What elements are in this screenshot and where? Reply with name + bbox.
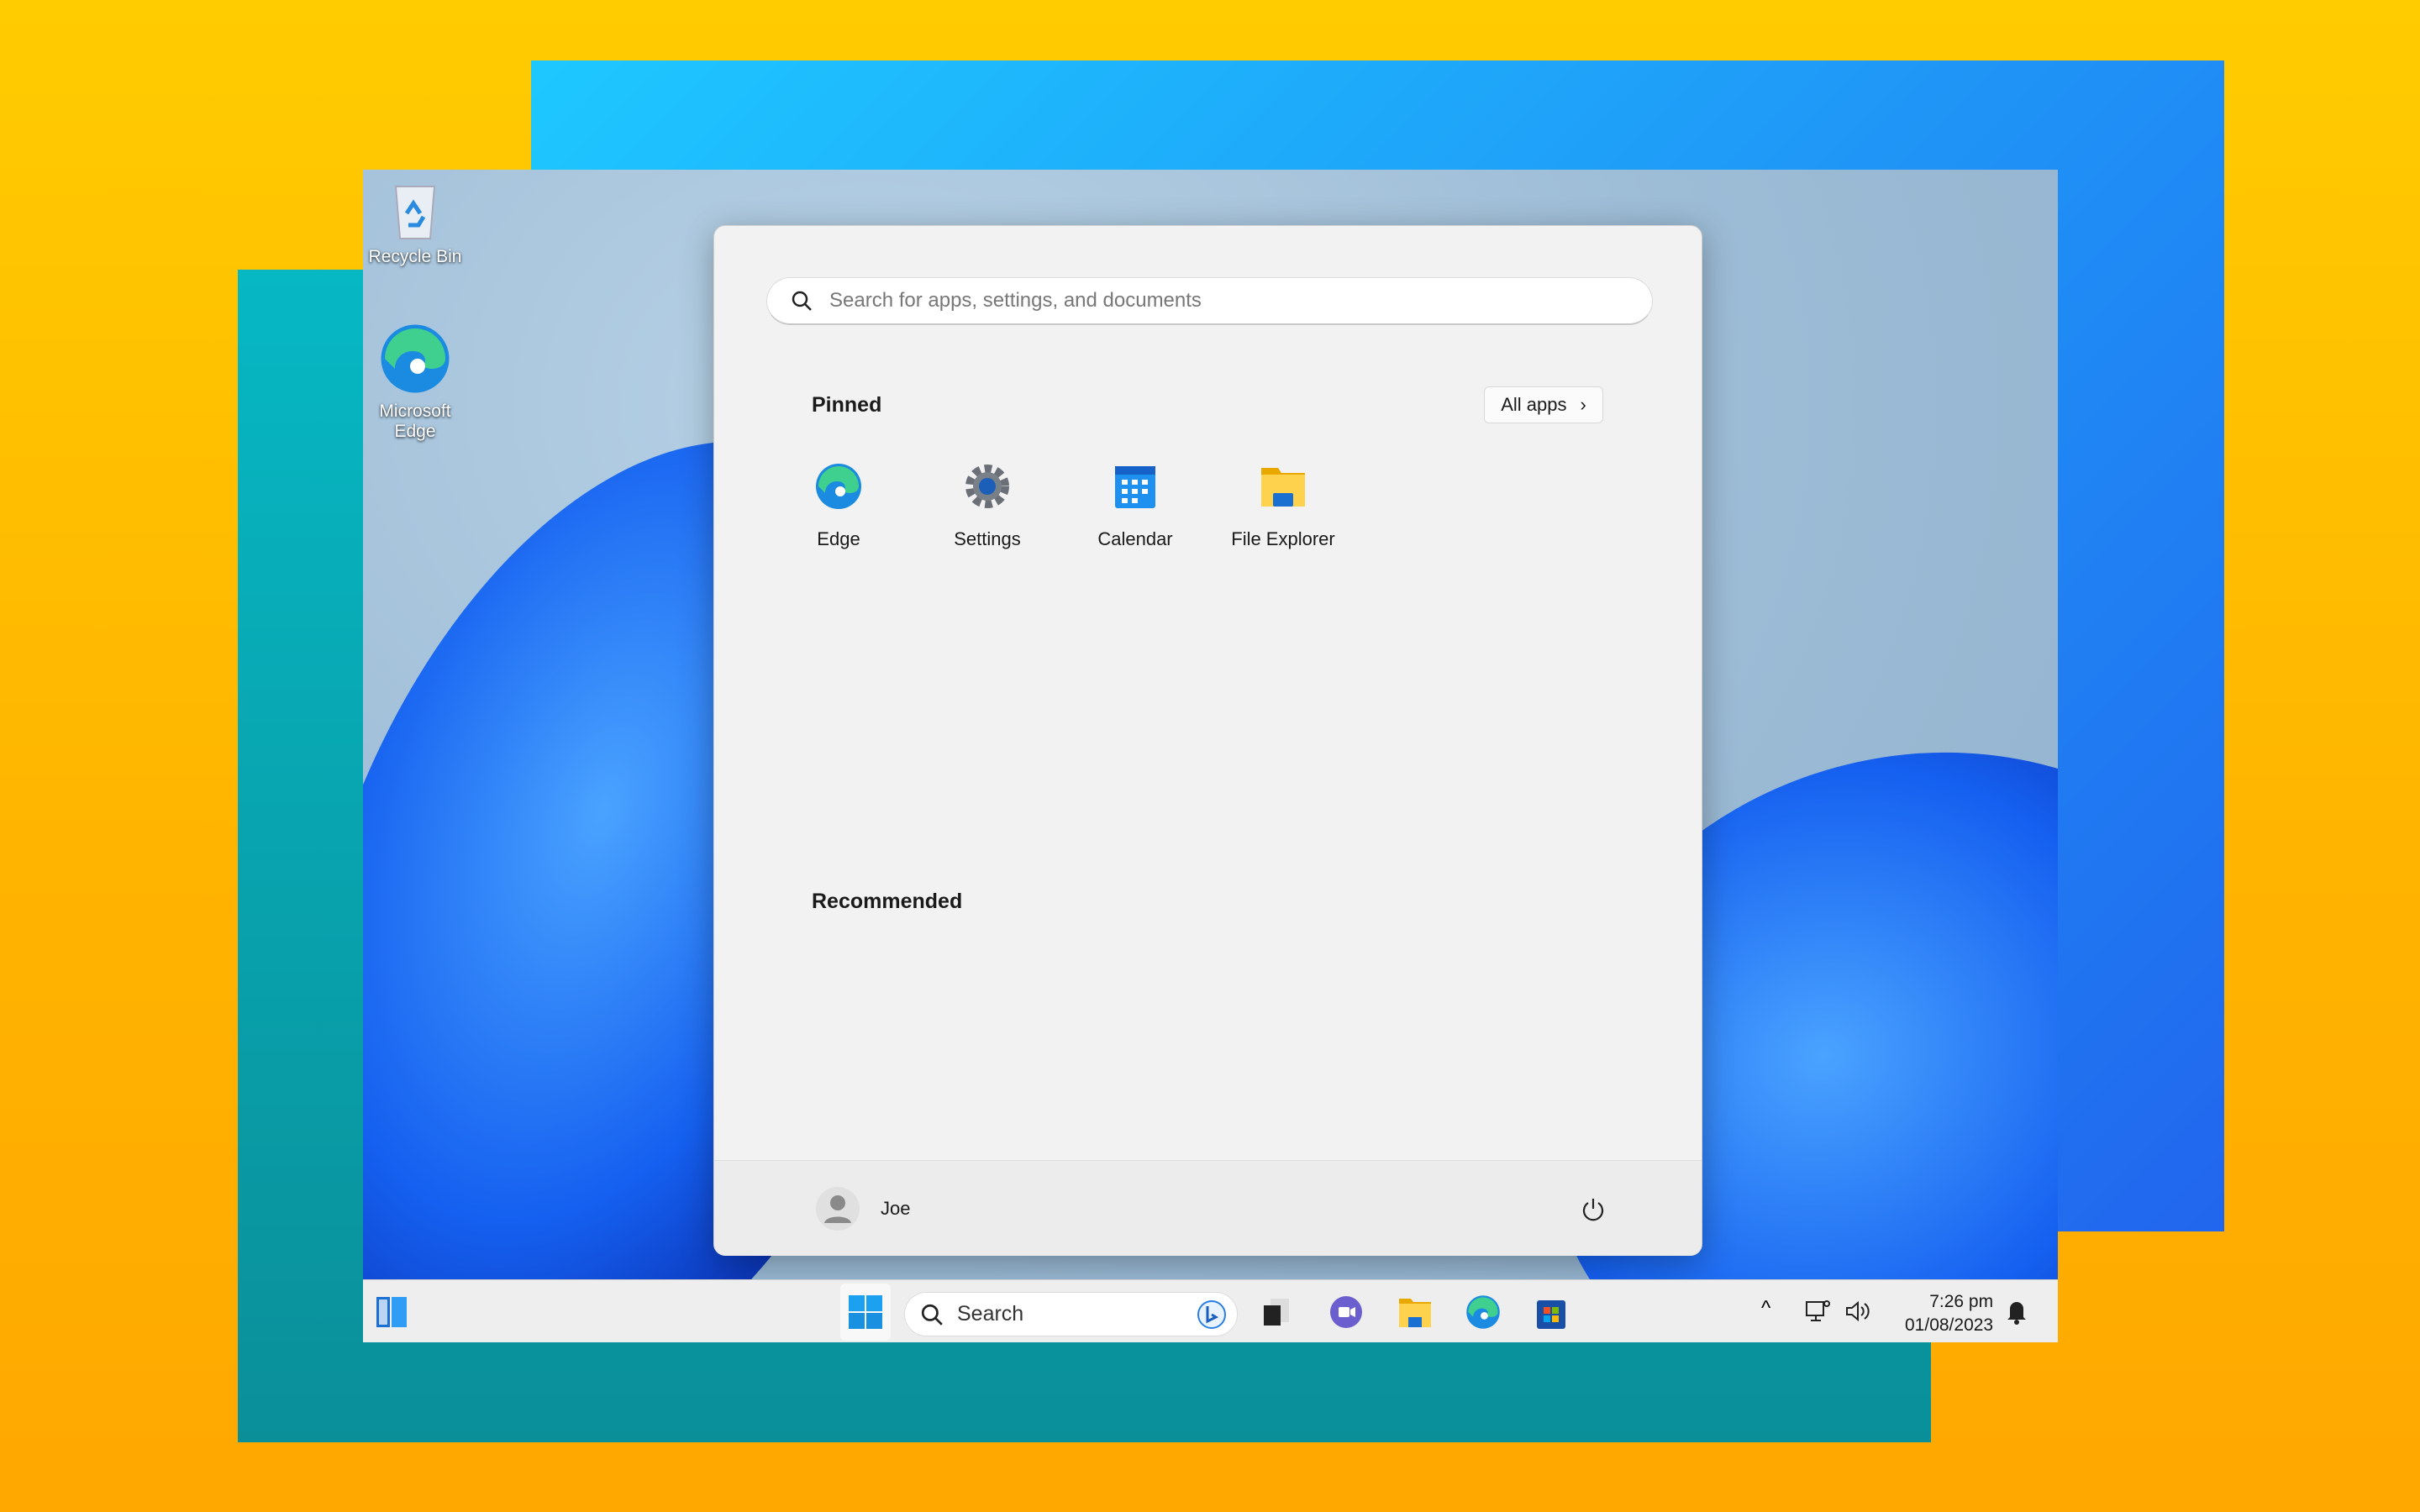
pinned-app-label: Calendar: [1097, 528, 1173, 549]
teams-chat-icon[interactable]: [1328, 1294, 1365, 1331]
bing-icon: [1197, 1299, 1226, 1329]
search-placeholder: Search for apps, settings, and documents: [829, 289, 1202, 312]
taskbar-search[interactable]: Search: [904, 1292, 1238, 1336]
desktop: Recycle Bin Microsoft Edge Search for ap…: [363, 170, 2058, 1342]
all-apps-label: All apps: [1501, 394, 1567, 415]
chevron-up-icon[interactable]: ^: [1761, 1297, 1770, 1320]
notification-bell-icon[interactable]: [2003, 1297, 2030, 1326]
pinned-app-edge[interactable]: Edge: [767, 461, 910, 550]
widgets-icon[interactable]: [373, 1294, 410, 1331]
search-icon: [921, 1304, 943, 1326]
desktop-icon-recycle-bin[interactable]: Recycle Bin: [365, 178, 466, 267]
start-button[interactable]: [840, 1284, 891, 1341]
edge-icon: [381, 324, 450, 393]
desktop-icon-label: Recycle Bin: [368, 247, 462, 266]
volume-icon[interactable]: [1844, 1297, 1872, 1326]
pinned-app-settings[interactable]: Settings: [916, 461, 1059, 550]
clock-time: 7:26 pm: [1929, 1292, 1994, 1311]
user-name: Joe: [881, 1198, 911, 1219]
desktop-icon-edge[interactable]: Microsoft Edge: [365, 321, 466, 442]
windows-start-icon: [849, 1295, 882, 1329]
file-explorer-icon[interactable]: [1397, 1294, 1434, 1331]
edge-icon: [816, 464, 861, 509]
start-menu: Search for apps, settings, and documents…: [713, 225, 1702, 1256]
chevron-right-icon: ›: [1580, 394, 1586, 415]
pinned-app-label: File Explorer: [1231, 528, 1335, 549]
edge-icon[interactable]: [1465, 1294, 1502, 1331]
gear-icon: [965, 465, 1009, 508]
recycle-bin-icon: [394, 186, 436, 239]
recommended-heading: Recommended: [812, 890, 963, 913]
user-account-button[interactable]: Joe: [815, 1186, 910, 1231]
avatar: [816, 1187, 860, 1231]
folder-icon: [1261, 468, 1305, 507]
task-view-icon[interactable]: [1259, 1294, 1296, 1331]
pinned-app-label: Settings: [954, 528, 1021, 549]
start-search-input[interactable]: Search for apps, settings, and documents: [766, 277, 1653, 325]
network-icon[interactable]: [1804, 1297, 1833, 1326]
pinned-app-calendar[interactable]: Calendar: [1064, 461, 1207, 550]
power-icon[interactable]: [1580, 1196, 1607, 1223]
store-icon[interactable]: [1533, 1294, 1570, 1331]
pinned-app-file-explorer[interactable]: File Explorer: [1212, 461, 1355, 550]
taskbar-search-label: Search: [957, 1302, 1024, 1326]
pinned-heading: Pinned: [812, 393, 882, 417]
desktop-icon-label: Microsoft Edge: [379, 402, 451, 441]
search-icon: [792, 291, 812, 311]
calendar-icon: [1115, 466, 1155, 508]
start-footer: Joe: [714, 1160, 1702, 1256]
clock-date: 01/08/2023: [1905, 1315, 1994, 1335]
pinned-app-label: Edge: [817, 528, 860, 549]
all-apps-button[interactable]: All apps ›: [1484, 386, 1603, 423]
taskbar-clock[interactable]: 7:26 pm 01/08/2023: [1905, 1290, 1993, 1337]
taskbar: Search ^ 7:26 pm 01/08/2023: [363, 1279, 2058, 1342]
